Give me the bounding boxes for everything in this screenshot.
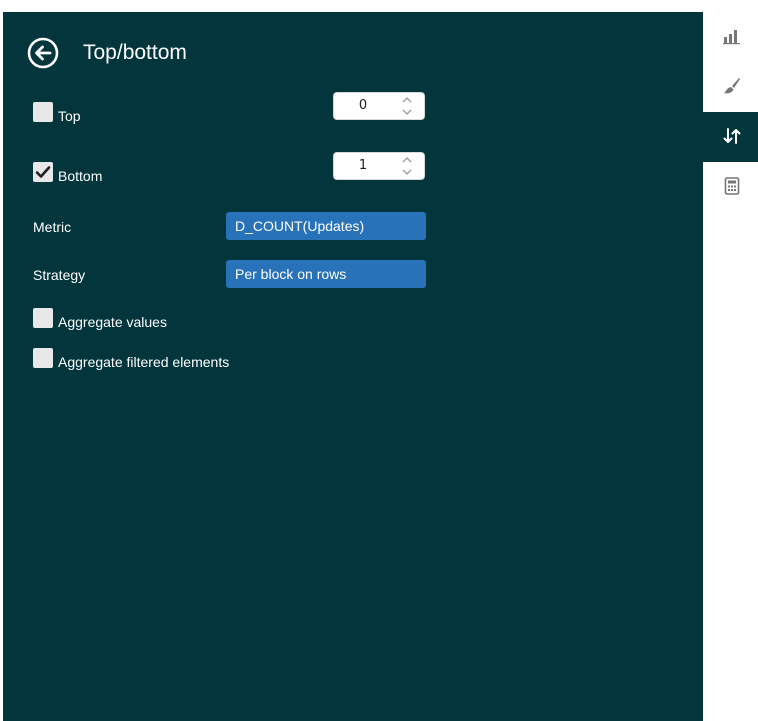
top-bottom-panel: Top/bottom Top 0 Bottom 1 Metric D_COUNT… xyxy=(3,12,703,721)
top-strip xyxy=(0,0,758,12)
arrow-left-circle-icon xyxy=(27,37,59,69)
right-sidebar xyxy=(703,12,758,721)
bottom-checkbox[interactable] xyxy=(33,162,53,182)
strategy-select[interactable]: Per block on rows xyxy=(226,260,426,288)
chevron-down-icon xyxy=(402,109,412,115)
top-count-stepper[interactable]: 0 xyxy=(333,92,425,120)
calculator-icon xyxy=(724,177,740,195)
sidebar-item-chart[interactable] xyxy=(703,12,758,62)
bottom-count-stepper[interactable]: 1 xyxy=(333,152,425,180)
top-count-increment[interactable] xyxy=(390,93,424,106)
chevron-down-icon xyxy=(402,169,412,175)
bottom-count-decrement[interactable] xyxy=(390,166,424,179)
bottom-count-arrows xyxy=(390,153,424,179)
top-checkbox[interactable] xyxy=(33,102,53,122)
sidebar-item-calculations[interactable] xyxy=(703,162,758,212)
top-count-decrement[interactable] xyxy=(390,106,424,119)
chevron-up-icon xyxy=(402,97,412,103)
aggregate-filtered-label: Aggregate filtered elements xyxy=(58,354,230,370)
metric-label: Metric xyxy=(33,219,72,235)
panel-title: Top/bottom xyxy=(83,41,187,64)
back-button[interactable] xyxy=(27,37,59,69)
top-label: Top xyxy=(58,108,81,124)
bottom-label: Bottom xyxy=(58,168,103,184)
top-count-value[interactable]: 0 xyxy=(334,93,392,119)
paint-brush-icon xyxy=(724,78,740,94)
checkmark-icon xyxy=(35,166,51,178)
sidebar-item-top-bottom[interactable] xyxy=(703,112,758,162)
sidebar-item-format[interactable] xyxy=(703,62,758,112)
chevron-up-icon xyxy=(402,157,412,163)
aggregate-values-checkbox[interactable] xyxy=(33,308,53,328)
metric-select[interactable]: D_COUNT(Updates) xyxy=(226,212,426,240)
bottom-count-value[interactable]: 1 xyxy=(334,153,392,179)
top-count-arrows xyxy=(390,93,424,119)
aggregate-filtered-row[interactable]: Aggregate filtered elements xyxy=(33,347,230,370)
bar-chart-icon xyxy=(723,30,740,45)
bottom-checkbox-row[interactable]: Bottom xyxy=(33,161,103,184)
aggregate-values-row[interactable]: Aggregate values xyxy=(33,307,167,330)
top-checkbox-row[interactable]: Top xyxy=(33,101,81,124)
strategy-label: Strategy xyxy=(33,267,86,283)
sort-arrows-icon xyxy=(723,128,741,144)
aggregate-values-label: Aggregate values xyxy=(58,314,167,330)
bottom-count-increment[interactable] xyxy=(390,153,424,166)
aggregate-filtered-checkbox[interactable] xyxy=(33,348,53,368)
